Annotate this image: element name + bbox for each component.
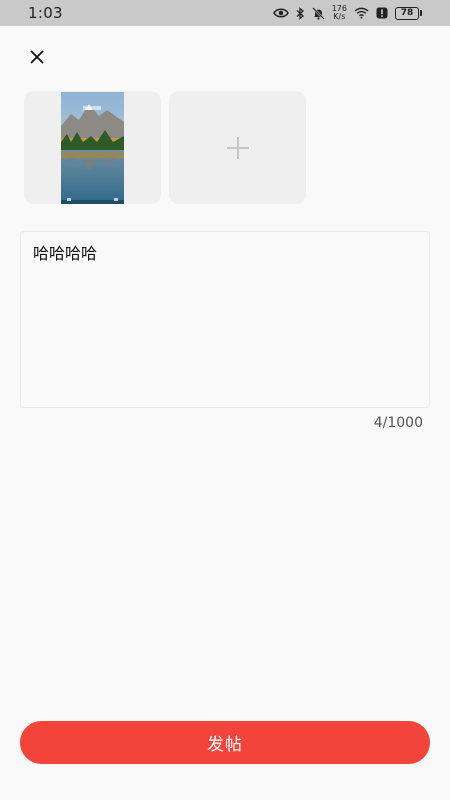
plus-icon [226, 136, 249, 159]
eye-icon [272, 6, 289, 20]
submit-post-button[interactable]: 发帖 [20, 721, 430, 764]
battery-icon: 78 [395, 6, 422, 20]
add-photo-button[interactable] [169, 91, 306, 204]
alert-icon [376, 6, 388, 20]
bell-off-icon [311, 6, 325, 20]
battery-level: 78 [395, 6, 419, 20]
post-text-input[interactable]: 哈哈哈哈 [20, 231, 430, 408]
net-speed: 176 K/s [332, 5, 347, 21]
net-speed-unit: K/s [333, 12, 346, 21]
close-icon [30, 50, 44, 64]
close-button[interactable] [22, 42, 52, 72]
battery-tip [420, 10, 422, 16]
photo-thumbnail[interactable] [24, 91, 161, 204]
bluetooth-icon [296, 6, 305, 20]
status-time: 1:03 [28, 4, 63, 22]
character-counter: 4/1000 [373, 415, 423, 431]
photo-image [61, 92, 124, 204]
status-bar: 1:03 176 K/s 78 [0, 0, 450, 26]
wifi-icon [354, 6, 369, 20]
status-icons: 176 K/s 78 [272, 5, 422, 21]
